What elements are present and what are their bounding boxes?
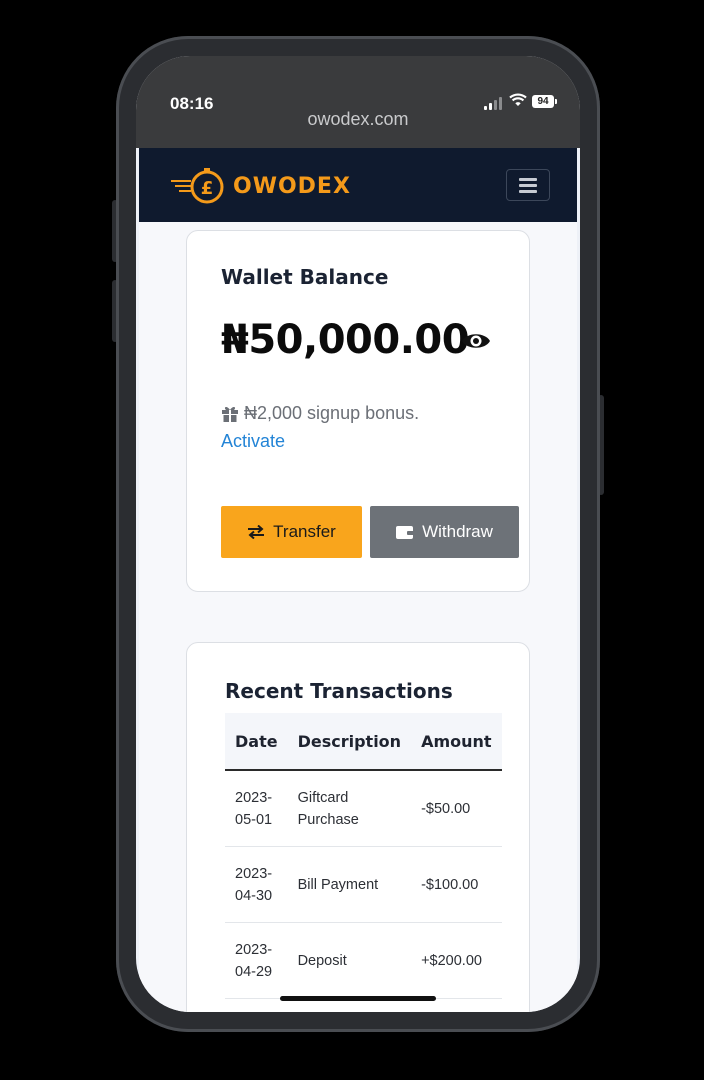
transactions-card: Recent Transactions Date Description Amo… xyxy=(186,642,530,1012)
battery-icon: 94 xyxy=(532,95,557,108)
logo-coin-icon: £ xyxy=(171,168,224,204)
transfer-arrows-icon xyxy=(248,525,265,539)
tx-date: 2023-05-01 xyxy=(225,770,288,847)
withdraw-button[interactable]: Withdraw xyxy=(370,506,519,558)
page-content: Wallet Balance ₦50,000.00 ₦2,000 signup … xyxy=(139,222,577,1012)
signal-icon xyxy=(484,96,504,110)
transfer-label: Transfer xyxy=(273,522,336,541)
hamburger-menu-button[interactable] xyxy=(506,169,550,201)
wallet-card: Wallet Balance ₦50,000.00 ₦2,000 signup … xyxy=(186,230,530,592)
column-header: Description xyxy=(287,713,412,771)
wifi-icon xyxy=(509,93,527,106)
withdraw-label: Withdraw xyxy=(422,522,493,541)
eye-icon[interactable] xyxy=(461,331,491,351)
browser-status-bar: 08:16 94 owodex.com xyxy=(136,56,580,148)
hamburger-menu-icon xyxy=(519,178,537,181)
table-row: 2023-04-30 Bill Payment -$100.00 xyxy=(225,846,502,923)
transactions-title: Recent Transactions xyxy=(225,679,453,703)
home-indicator xyxy=(280,996,436,1001)
tx-description: Giftcard Purchase xyxy=(287,770,412,847)
wallet-amount: ₦50,000.00 xyxy=(221,317,470,363)
table-row: 2023-05-01 Giftcard Purchase -$50.00 xyxy=(225,770,502,847)
tx-date: 2023-04-30 xyxy=(225,846,288,923)
tx-description: Deposit xyxy=(287,922,412,999)
tx-description: Bill Payment xyxy=(287,846,412,923)
tx-amount: -$100.00 xyxy=(411,846,502,923)
column-header: Amount xyxy=(411,713,502,771)
phone-screen: 08:16 94 owodex.com £ OWODEX Wallet Bala… xyxy=(136,56,580,1012)
brand-logo[interactable]: £ OWODEX xyxy=(169,166,351,206)
wallet-title: Wallet Balance xyxy=(221,265,389,289)
gift-icon xyxy=(222,406,238,422)
signup-bonus: ₦2,000 signup bonus. xyxy=(221,403,419,424)
bonus-text: ₦2,000 signup bonus. xyxy=(244,403,420,423)
site-header: £ OWODEX xyxy=(139,148,577,222)
table-row: 2023-04-29 Deposit +$200.00 xyxy=(225,922,502,999)
tx-amount: -$50.00 xyxy=(411,770,502,847)
url-bar[interactable]: owodex.com xyxy=(136,109,580,130)
tx-date: 2023-04-29 xyxy=(225,922,288,999)
transfer-button[interactable]: Transfer xyxy=(221,506,362,558)
activate-link[interactable]: Activate xyxy=(221,431,285,452)
svg-text:£: £ xyxy=(201,178,214,199)
column-header: Date xyxy=(225,713,288,771)
transactions-table: Date Description Amount 2023-05-01 Giftc… xyxy=(225,713,502,999)
brand-name: OWODEX xyxy=(233,173,351,199)
tx-amount: +$200.00 xyxy=(411,922,502,999)
wallet-icon xyxy=(396,526,415,539)
